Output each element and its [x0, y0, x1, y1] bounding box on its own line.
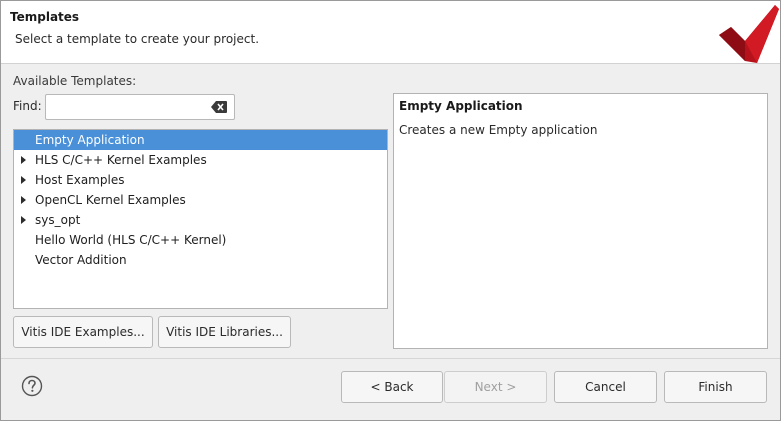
next-button[interactable]: Next >: [444, 371, 547, 403]
vitis-ide-examples-button[interactable]: Vitis IDE Examples...: [13, 316, 153, 348]
new-project-wizard-dialog: Templates Select a template to create yo…: [0, 0, 781, 421]
page-description: Select a template to create your project…: [15, 32, 260, 46]
tree-item-label: HLS C/C++ Kernel Examples: [35, 153, 207, 167]
footer-divider: [1, 358, 780, 359]
template-description-text: Creates a new Empty application: [399, 123, 598, 137]
help-icon[interactable]: [21, 375, 43, 397]
cancel-button[interactable]: Cancel: [554, 371, 657, 403]
wizard-banner: Templates Select a template to create yo…: [1, 1, 780, 64]
tree-item-sys-opt[interactable]: sys_opt: [14, 210, 387, 230]
back-button[interactable]: < Back: [341, 371, 443, 403]
expand-arrow-icon[interactable]: [21, 176, 26, 184]
template-tree[interactable]: Empty Application HLS C/C++ Kernel Examp…: [13, 129, 388, 309]
page-title: Templates: [10, 10, 80, 24]
tree-item-vector-addition[interactable]: Vector Addition: [14, 250, 387, 270]
expand-arrow-icon[interactable]: [21, 156, 26, 164]
tree-item-label: Vector Addition: [35, 253, 127, 267]
finish-button[interactable]: Finish: [664, 371, 767, 403]
expand-arrow-icon[interactable]: [21, 216, 26, 224]
find-label: Find:: [13, 99, 42, 113]
tree-item-host-examples[interactable]: Host Examples: [14, 170, 387, 190]
template-description-panel: Empty Application Creates a new Empty ap…: [393, 93, 768, 349]
expand-arrow-icon[interactable]: [21, 196, 26, 204]
tree-item-hello-world[interactable]: Hello World (HLS C/C++ Kernel): [14, 230, 387, 250]
tree-item-label: sys_opt: [35, 213, 81, 227]
tree-item-label: Host Examples: [35, 173, 125, 187]
available-templates-label: Available Templates:: [13, 74, 137, 88]
find-field[interactable]: [45, 94, 235, 120]
template-description-title: Empty Application: [399, 99, 523, 113]
vitis-ide-libraries-button[interactable]: Vitis IDE Libraries...: [158, 316, 291, 348]
find-input[interactable]: [50, 98, 205, 116]
tree-item-opencl-kernel-examples[interactable]: OpenCL Kernel Examples: [14, 190, 387, 210]
tree-item-label: Empty Application: [35, 133, 145, 147]
tree-item-label: Hello World (HLS C/C++ Kernel): [35, 233, 227, 247]
tree-item-empty-application[interactable]: Empty Application: [14, 130, 387, 150]
tree-item-label: OpenCL Kernel Examples: [35, 193, 186, 207]
checkmark-logo-icon: [719, 5, 779, 63]
clear-text-icon[interactable]: [211, 101, 227, 113]
tree-item-hls-kernel-examples[interactable]: HLS C/C++ Kernel Examples: [14, 150, 387, 170]
